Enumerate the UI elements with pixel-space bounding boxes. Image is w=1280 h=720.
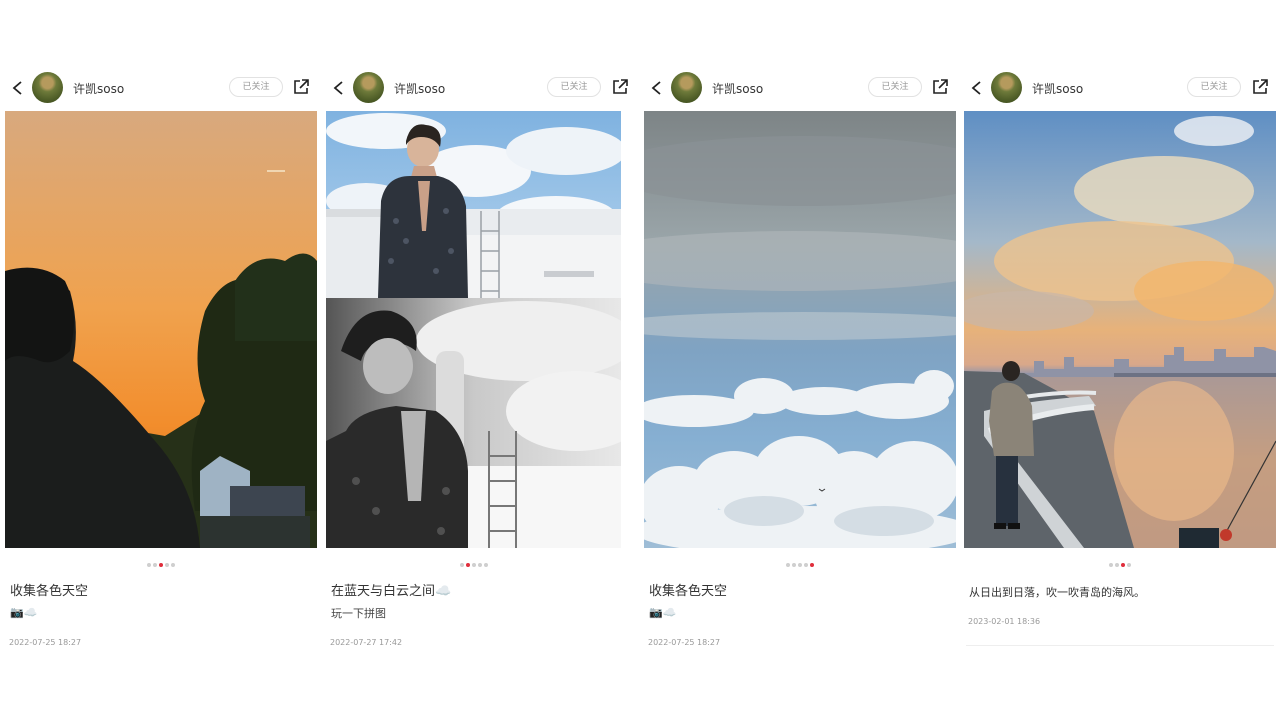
username[interactable]: 许凯soso [73,80,124,97]
image-pager [326,563,621,569]
post-header: 许凯soso 已关注 [644,70,956,106]
image-pager [964,563,1276,569]
pager-dot-active [159,563,163,567]
avatar[interactable] [32,72,63,103]
pager-dot [483,563,488,567]
clouds-photo [644,111,956,548]
post-title: 从日出到日落，吹一吹青岛的海风。 [969,586,1145,599]
pager-dot [477,563,482,567]
post-photo[interactable] [964,111,1276,548]
post-subtitle: 📷☁️ [10,606,38,619]
post-title: 收集各色天空 [649,584,728,599]
pager-dot [798,563,802,567]
pager-dot [792,563,796,567]
seaside-photo [964,111,1276,548]
post-panel-3: 许凯soso 已关注 收集各色天空 📷☁️ 2022-07-25 18:27 [644,0,956,720]
post-subtitle: 玩一下拼图 [331,607,386,620]
post-panel-1: 许凯soso 已关注 收集各色天空 📷☁️ 2022-07-25 18:27 [5,0,317,720]
post-title: 在蓝天与白云之间☁️ [331,584,452,599]
username[interactable]: 许凯soso [712,80,763,97]
post-date: 2022-07-25 18:27 [9,638,82,647]
pager-dot [153,563,157,567]
chevron-left-icon[interactable] [648,79,666,97]
post-date: 2022-07-25 18:27 [648,638,721,647]
pager-dot [804,563,808,567]
avatar[interactable] [991,72,1022,103]
post-subtitle: 📷☁️ [649,606,677,619]
pager-dot [471,563,476,567]
image-pager [5,563,317,569]
sunset-photo [5,111,317,548]
pager-dot [147,563,151,567]
post-date: 2023-02-01 18:36 [968,617,1041,626]
image-pager [644,563,956,569]
collage-photo [326,111,621,548]
post-panel-2: 许凯soso 已关注 在蓝天与白云之间☁️ 玩一下拼图 2022-07-27 1… [326,0,628,720]
pager-dot-active [810,563,814,567]
avatar[interactable] [353,72,384,103]
follow-button[interactable]: 已关注 [868,77,922,97]
share-external-icon[interactable] [1251,78,1269,96]
post-photo[interactable] [644,111,956,548]
post-date: 2022-07-27 17:42 [330,638,403,647]
share-external-icon[interactable] [611,78,629,96]
share-external-icon[interactable] [931,78,949,96]
username[interactable]: 许凯soso [1032,80,1083,97]
pager-dot [1109,563,1113,567]
pager-dot [1127,563,1131,567]
pager-dot [786,563,790,567]
post-header: 许凯soso 已关注 [5,70,317,106]
avatar[interactable] [671,72,702,103]
pager-dot [171,563,175,567]
post-header: 许凯soso 已关注 [964,70,1276,106]
pager-dot-active [465,563,470,567]
post-photo[interactable] [326,111,621,548]
follow-button[interactable]: 已关注 [547,77,601,97]
pager-dot [1115,563,1119,567]
pager-dot [165,563,169,567]
chevron-left-icon[interactable] [330,79,348,97]
follow-button[interactable]: 已关注 [229,77,283,97]
follow-button[interactable]: 已关注 [1187,77,1241,97]
chevron-left-icon[interactable] [968,79,986,97]
post-header: 许凯soso 已关注 [326,70,628,106]
post-panel-4: 许凯soso 已关注 从日出到日落，吹一吹青岛的海风。 2023-02-01 1… [964,0,1276,720]
post-title: 收集各色天空 [10,584,89,599]
chevron-left-icon[interactable] [9,79,27,97]
divider [966,645,1274,646]
pager-dot-active [1121,563,1125,567]
pager-dot [459,563,464,567]
share-external-icon[interactable] [292,78,310,96]
post-photo[interactable] [5,111,317,548]
username[interactable]: 许凯soso [394,80,445,97]
